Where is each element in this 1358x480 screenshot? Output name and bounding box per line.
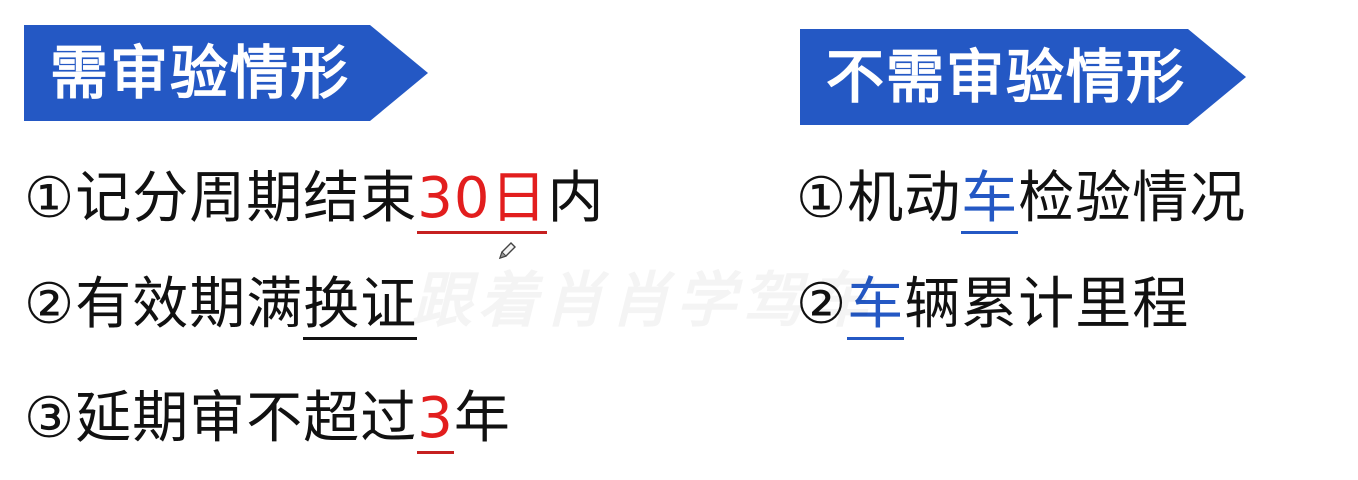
banner-need-review: 需审验情形	[24, 25, 428, 121]
item-number: ①	[24, 166, 76, 231]
need-review-item-2: ②有效期满换证	[24, 270, 418, 340]
item-text-end: 内	[547, 166, 605, 231]
item-number: ③	[24, 386, 76, 451]
banner-no-review-title: 不需审验情形	[826, 43, 1187, 111]
item-text-end: 辆累计里程	[904, 272, 1190, 337]
item-text-end: 年	[453, 386, 511, 451]
item-highlight: 3	[417, 386, 454, 454]
item-number: ①	[796, 166, 848, 231]
item-text: 机动	[847, 166, 962, 231]
item-text: 记分周期结束	[75, 166, 418, 231]
watermark: 跟着肖肖学驾车	[412, 252, 874, 339]
item-text: 延期审不超过	[75, 386, 418, 451]
pencil-cursor-icon	[498, 242, 516, 260]
need-review-item-3: ③延期审不超过3年	[24, 384, 511, 454]
banner-no-review: 不需审验情形	[800, 29, 1246, 125]
item-text-end: 检验情况	[1018, 166, 1247, 231]
item-text: 有效期满	[75, 272, 304, 337]
item-highlight: 车	[961, 166, 1019, 234]
item-number: ②	[24, 272, 76, 337]
no-review-item-1: ①机动车检验情况	[796, 164, 1246, 234]
item-highlight: 30日	[417, 166, 548, 234]
item-highlight: 换证	[303, 272, 418, 340]
banner-need-review-title: 需审验情形	[50, 39, 351, 107]
need-review-item-1: ①记分周期结束30日内	[24, 164, 604, 234]
